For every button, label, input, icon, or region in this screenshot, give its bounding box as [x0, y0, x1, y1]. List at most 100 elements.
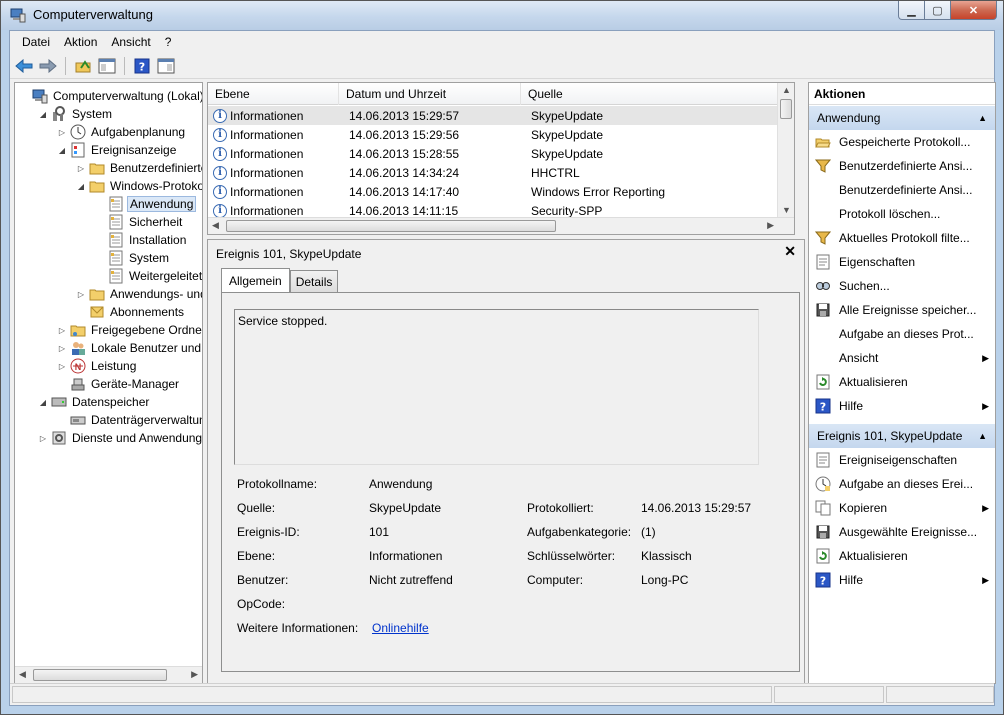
scroll-right-icon[interactable]: ▶ [767, 220, 774, 231]
expand-arrow-icon[interactable]: ▷ [57, 362, 67, 371]
event-list-vertical-scrollbar[interactable]: ▲ ▼ [777, 83, 794, 217]
collapse-icon[interactable]: ▲ [978, 106, 987, 130]
tree-item[interactable]: ▷ Dienste und Anwendungen [38, 429, 202, 447]
action-item[interactable]: ? Hilfe ▶ [809, 568, 995, 592]
tab-allgemein[interactable]: Allgemein [221, 268, 290, 292]
action-item[interactable]: Suchen... [809, 274, 995, 298]
close-window-button[interactable]: ✕ [951, 1, 997, 20]
action-item[interactable]: Aktuelles Protokoll filte... [809, 226, 995, 250]
action-item[interactable]: Aktualisieren [809, 544, 995, 568]
menu-help[interactable]: ? [158, 35, 179, 49]
tree-item[interactable]: Computerverwaltung (Lokal) [19, 87, 202, 105]
tree-item[interactable]: Datenträgerverwaltung [57, 411, 202, 429]
actions-section-anwendung[interactable]: Anwendung ▲ [809, 106, 995, 130]
tree-item[interactable]: ▷ Freigegebene Ordner [57, 321, 202, 339]
event-row[interactable]: i Informationen 14.06.2013 15:28:55 SkypeUp… [208, 144, 778, 163]
tree-item[interactable]: ◢ Datenspeicher [38, 393, 151, 411]
expand-arrow-icon[interactable]: ▷ [57, 128, 67, 137]
scroll-left-icon[interactable]: ◀ [19, 669, 26, 680]
expand-arrow-icon[interactable]: ▷ [76, 164, 86, 173]
action-item[interactable]: Ansicht ▶ [809, 346, 995, 370]
event-description[interactable]: Service stopped. [234, 309, 759, 465]
tree-item[interactable]: Installation [95, 231, 188, 249]
tree-item[interactable]: ◢ System [38, 105, 114, 123]
filter-icon [815, 158, 831, 174]
action-item[interactable]: Protokoll löschen... [809, 202, 995, 226]
tree-horizontal-scrollbar[interactable]: ◀ ▶ [15, 666, 202, 683]
actions-section-event[interactable]: Ereignis 101, SkypeUpdate ▲ [809, 424, 995, 448]
scrollbar-thumb[interactable] [33, 669, 167, 681]
tree-item[interactable]: Sicherheit [95, 213, 184, 231]
log-icon [108, 250, 124, 266]
column-header-ebene[interactable]: Ebene [208, 83, 339, 105]
toolbar: ? [10, 53, 994, 79]
event-row[interactable]: i Informationen 14.06.2013 14:17:40 Windows… [208, 182, 778, 201]
collapse-icon[interactable]: ▲ [978, 424, 987, 448]
column-header-quelle[interactable]: Quelle [521, 83, 778, 105]
scroll-left-icon[interactable]: ◀ [212, 220, 219, 231]
event-source: HHCTRL [531, 165, 580, 180]
action-item[interactable]: Aufgabe an dieses Prot... [809, 322, 995, 346]
event-row[interactable]: i Informationen 14.06.2013 14:34:24 HHCTRL [208, 163, 778, 182]
action-item[interactable]: Ausgewählte Ereignisse... [809, 520, 995, 544]
save-icon [815, 302, 831, 318]
tree-item[interactable]: ▷ N Leistung [57, 357, 138, 375]
action-item[interactable]: Alle Ereignisse speicher... [809, 298, 995, 322]
expand-arrow-icon[interactable]: ▷ [76, 290, 86, 299]
tree-item[interactable]: Anwendung [95, 195, 197, 213]
tree-item[interactable]: Weitergeleitete Ereignisse [95, 267, 202, 285]
tree-item[interactable]: ▷ Aufgabenplanung [57, 123, 187, 141]
action-item[interactable]: Eigenschaften [809, 250, 995, 274]
show-hide-tree-button[interactable] [97, 56, 117, 76]
tree-item[interactable]: ▷ Anwendungs- und Dienstprotokolle [76, 285, 202, 303]
help-button[interactable]: ? [132, 56, 152, 76]
back-button[interactable] [14, 56, 34, 76]
expand-arrow-icon[interactable]: ▷ [57, 326, 67, 335]
collapse-arrow-icon[interactable]: ◢ [57, 146, 67, 155]
close-detail-button[interactable]: ✕ [784, 243, 796, 260]
menu-aktion[interactable]: Aktion [57, 35, 104, 49]
action-item[interactable]: Kopieren ▶ [809, 496, 995, 520]
title-bar[interactable]: Computerverwaltung ▁ ▢ ✕ [1, 1, 1003, 30]
menu-datei[interactable]: Datei [15, 35, 57, 49]
action-item[interactable]: Benutzerdefinierte Ansi... [809, 178, 995, 202]
event-list-horizontal-scrollbar[interactable]: ◀ ▶ [208, 217, 794, 234]
action-item[interactable]: Aufgabe an dieses Erei... [809, 472, 995, 496]
tree-item[interactable]: Geräte-Manager [57, 375, 181, 393]
app-window: Computerverwaltung ▁ ▢ ✕ Datei Aktion An… [0, 0, 1004, 715]
tree-item[interactable]: ◢ Windows-Protokolle [76, 177, 202, 195]
event-row[interactable]: i Informationen 14.06.2013 15:29:57 SkypeUp… [208, 106, 778, 125]
show-hide-action-pane-button[interactable] [156, 56, 176, 76]
label-opcode: OpCode: [237, 597, 286, 611]
tree-item[interactable]: Abonnements [76, 303, 186, 321]
tree-item[interactable]: System [95, 249, 171, 267]
column-header-datum[interactable]: Datum und Uhrzeit [339, 83, 521, 105]
collapse-arrow-icon[interactable]: ◢ [38, 110, 48, 119]
scroll-right-icon[interactable]: ▶ [191, 669, 198, 680]
tree-item[interactable]: ▷ Lokale Benutzer und Gruppen [57, 339, 202, 357]
tree-item[interactable]: ◢ Ereignisanzeige [57, 141, 178, 159]
scrollbar-thumb[interactable] [226, 220, 556, 232]
event-row[interactable]: i Informationen 14.06.2013 15:29:56 SkypeUp… [208, 125, 778, 144]
scroll-down-icon[interactable]: ▼ [782, 205, 791, 215]
collapse-arrow-icon[interactable]: ◢ [76, 182, 86, 191]
action-item[interactable]: Benutzerdefinierte Ansi... [809, 154, 995, 178]
menu-ansicht[interactable]: Ansicht [104, 35, 157, 49]
action-item[interactable]: Ereigniseigenschaften [809, 448, 995, 472]
up-folder-button[interactable] [73, 56, 93, 76]
action-item[interactable]: Aktualisieren [809, 370, 995, 394]
action-item[interactable]: Gespeicherte Protokoll... [809, 130, 995, 154]
expand-arrow-icon[interactable]: ▷ [57, 344, 67, 353]
scrollbar-thumb[interactable] [780, 99, 792, 119]
minimize-button[interactable]: ▁ [898, 1, 925, 20]
forward-button[interactable] [38, 56, 58, 76]
action-item[interactable]: ? Hilfe ▶ [809, 394, 995, 418]
collapse-arrow-icon[interactable]: ◢ [38, 398, 48, 407]
expand-arrow-icon[interactable]: ▷ [38, 434, 48, 443]
scroll-up-icon[interactable]: ▲ [782, 85, 791, 95]
maximize-button[interactable]: ▢ [925, 1, 951, 20]
onlinehilfe-link[interactable]: Onlinehilfe [372, 621, 429, 635]
tab-details[interactable]: Details [289, 270, 339, 292]
status-bar [10, 683, 994, 705]
tree-item[interactable]: ▷ Benutzerdefinierte Ansichten [76, 159, 202, 177]
